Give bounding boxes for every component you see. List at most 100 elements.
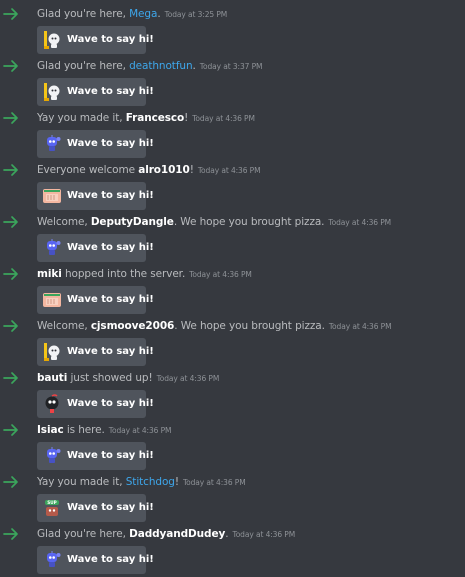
wave-button-label: Wave to say hi! bbox=[67, 86, 154, 97]
join-message-text: Yay you made it, Francesco! Today at 4:36… bbox=[37, 109, 255, 127]
message-prefix: Welcome, bbox=[37, 216, 91, 228]
system-join-message: Everyone welcome alro1010! Today at 4:36 … bbox=[0, 161, 465, 213]
wave-to-say-hi-button[interactable]: SUP Wave to say hi! bbox=[37, 494, 154, 522]
system-join-message: Welcome, cjsmoove2006. We hope you broug… bbox=[0, 317, 465, 369]
sup-wave-sticker: SUP bbox=[45, 500, 59, 516]
join-arrow-icon bbox=[3, 476, 18, 488]
message-suffix: . We hope you brought pizza. bbox=[173, 216, 325, 228]
join-arrow-icon bbox=[3, 424, 18, 436]
join-message-text: Yay you made it, Stitchdog! Today at 4:36… bbox=[37, 473, 246, 491]
message-prefix: Yay you made it, bbox=[37, 112, 126, 124]
system-join-message: Glad you're here, deathnotfun. Today at 3… bbox=[0, 57, 465, 109]
join-message-text: Welcome, DeputyDangle. We hope you broug… bbox=[37, 213, 391, 231]
message-suffix: . bbox=[225, 528, 229, 540]
message-timestamp[interactable]: Today at 4:36 PM bbox=[109, 426, 172, 435]
hand-wave-sticker bbox=[43, 189, 61, 203]
system-join-message: bauti just showed up! Today at 4:36 PM Wav… bbox=[0, 369, 465, 421]
message-timestamp[interactable]: Today at 4:36 PM bbox=[157, 374, 220, 383]
wumpus-wave-sticker bbox=[44, 83, 60, 101]
bomb-wave-sticker bbox=[45, 394, 59, 413]
username-link[interactable]: cjsmoove2006 bbox=[91, 320, 175, 332]
wave-to-say-hi-button[interactable]: Wave to say hi! bbox=[37, 390, 154, 418]
message-suffix: hopped into the server. bbox=[61, 268, 186, 280]
wave-to-say-hi-button[interactable]: Wave to say hi! bbox=[37, 182, 154, 210]
wave-button-label: Wave to say hi! bbox=[67, 294, 154, 305]
join-message-text: Everyone welcome alro1010! Today at 4:36 … bbox=[37, 161, 261, 179]
join-arrow-icon bbox=[3, 164, 18, 176]
join-message-text: Glad you're here, Mega. Today at 3:25 PM bbox=[37, 5, 227, 23]
username-link[interactable]: DaddyandDudey bbox=[129, 528, 225, 540]
message-suffix: is here. bbox=[63, 424, 105, 436]
svg-text:SUP: SUP bbox=[47, 500, 57, 505]
message-timestamp[interactable]: Today at 4:36 PM bbox=[232, 530, 295, 539]
username-link[interactable]: deathnotfun bbox=[129, 60, 193, 72]
message-prefix: Glad you're here, bbox=[37, 8, 130, 20]
message-prefix: Yay you made it, bbox=[37, 476, 126, 488]
wumpus-wave-sticker bbox=[44, 31, 60, 49]
message-prefix: Welcome, bbox=[37, 320, 91, 332]
username-link[interactable]: Isiac bbox=[37, 424, 64, 436]
message-prefix: Glad you're here, bbox=[37, 528, 130, 540]
join-message-text: Welcome, cjsmoove2006. We hope you broug… bbox=[37, 317, 392, 335]
wave-button-label: Wave to say hi! bbox=[67, 138, 154, 149]
system-join-message: Yay you made it, Francesco! Today at 4:36… bbox=[0, 109, 465, 161]
join-arrow-icon bbox=[3, 320, 18, 332]
wave-button-label: Wave to say hi! bbox=[67, 190, 154, 201]
message-timestamp[interactable]: Today at 4:36 PM bbox=[328, 218, 391, 227]
robot-wave-sticker bbox=[47, 135, 61, 151]
wave-button-label: Wave to say hi! bbox=[67, 398, 154, 409]
join-message-text: Glad you're here, deathnotfun. Today at 3… bbox=[37, 57, 263, 75]
message-suffix: ! bbox=[189, 164, 194, 176]
join-message-text: miki hopped into the server. Today at 4:3… bbox=[37, 265, 252, 283]
robot-wave-sticker bbox=[47, 551, 61, 567]
join-arrow-icon bbox=[3, 528, 18, 540]
message-suffix: . bbox=[157, 8, 161, 20]
system-join-message: Welcome, DeputyDangle. We hope you broug… bbox=[0, 213, 465, 265]
wave-to-say-hi-button[interactable]: Wave to say hi! bbox=[37, 234, 154, 262]
message-timestamp[interactable]: Today at 4:36 PM bbox=[189, 270, 252, 279]
message-timestamp[interactable]: Today at 3:25 PM bbox=[165, 10, 228, 19]
wave-to-say-hi-button[interactable]: Wave to say hi! bbox=[37, 130, 154, 158]
message-timestamp[interactable]: Today at 4:36 PM bbox=[183, 478, 246, 487]
wave-button-label: Wave to say hi! bbox=[67, 242, 154, 253]
hand-wave-sticker bbox=[43, 293, 61, 307]
wave-button-label: Wave to say hi! bbox=[67, 450, 154, 461]
message-prefix: Glad you're here, bbox=[37, 60, 130, 72]
wave-to-say-hi-button[interactable]: Wave to say hi! bbox=[37, 26, 154, 54]
system-join-message: Glad you're here, DaddyandDudey. Today at… bbox=[0, 525, 465, 577]
username-link[interactable]: bauti bbox=[37, 372, 67, 384]
join-arrow-icon bbox=[3, 8, 18, 20]
message-prefix: Everyone welcome bbox=[37, 164, 139, 176]
system-join-message: Yay you made it, Stitchdog! Today at 4:36… bbox=[0, 473, 465, 525]
robot-wave-sticker bbox=[47, 447, 61, 463]
wumpus-wave-sticker bbox=[44, 343, 60, 361]
username-link[interactable]: Francesco bbox=[126, 112, 184, 124]
message-suffix: ! bbox=[184, 112, 189, 124]
username-link[interactable]: alro1010 bbox=[138, 164, 190, 176]
message-suffix: ! bbox=[174, 476, 179, 488]
wave-to-say-hi-button[interactable]: Wave to say hi! bbox=[37, 338, 154, 366]
wave-button-label: Wave to say hi! bbox=[67, 502, 154, 513]
message-timestamp[interactable]: Today at 4:36 PM bbox=[198, 166, 261, 175]
message-timestamp[interactable]: Today at 4:36 PM bbox=[192, 114, 255, 123]
message-suffix: . We hope you brought pizza. bbox=[174, 320, 325, 332]
username-link[interactable]: miki bbox=[37, 268, 62, 280]
join-arrow-icon bbox=[3, 268, 18, 280]
message-suffix: just showed up! bbox=[67, 372, 153, 384]
join-message-text: bauti just showed up! Today at 4:36 PM bbox=[37, 369, 219, 387]
username-link[interactable]: Stitchdog bbox=[126, 476, 175, 488]
wave-to-say-hi-button[interactable]: Wave to say hi! bbox=[37, 442, 154, 470]
join-message-text: Isiac is here. Today at 4:36 PM bbox=[37, 421, 171, 439]
join-arrow-icon bbox=[3, 372, 18, 384]
wave-to-say-hi-button[interactable]: Wave to say hi! bbox=[37, 546, 154, 574]
join-arrow-icon bbox=[3, 60, 18, 72]
wave-to-say-hi-button[interactable]: Wave to say hi! bbox=[37, 286, 154, 314]
system-join-message: Isiac is here. Today at 4:36 PM Wave to sa… bbox=[0, 421, 465, 473]
message-timestamp[interactable]: Today at 3:37 PM bbox=[200, 62, 263, 71]
username-link[interactable]: Mega bbox=[129, 8, 157, 20]
wave-to-say-hi-button[interactable]: Wave to say hi! bbox=[37, 78, 154, 106]
username-link[interactable]: DeputyDangle bbox=[91, 216, 174, 228]
wave-button-label: Wave to say hi! bbox=[67, 34, 154, 45]
message-timestamp[interactable]: Today at 4:36 PM bbox=[329, 322, 392, 331]
wave-button-label: Wave to say hi! bbox=[67, 554, 154, 565]
